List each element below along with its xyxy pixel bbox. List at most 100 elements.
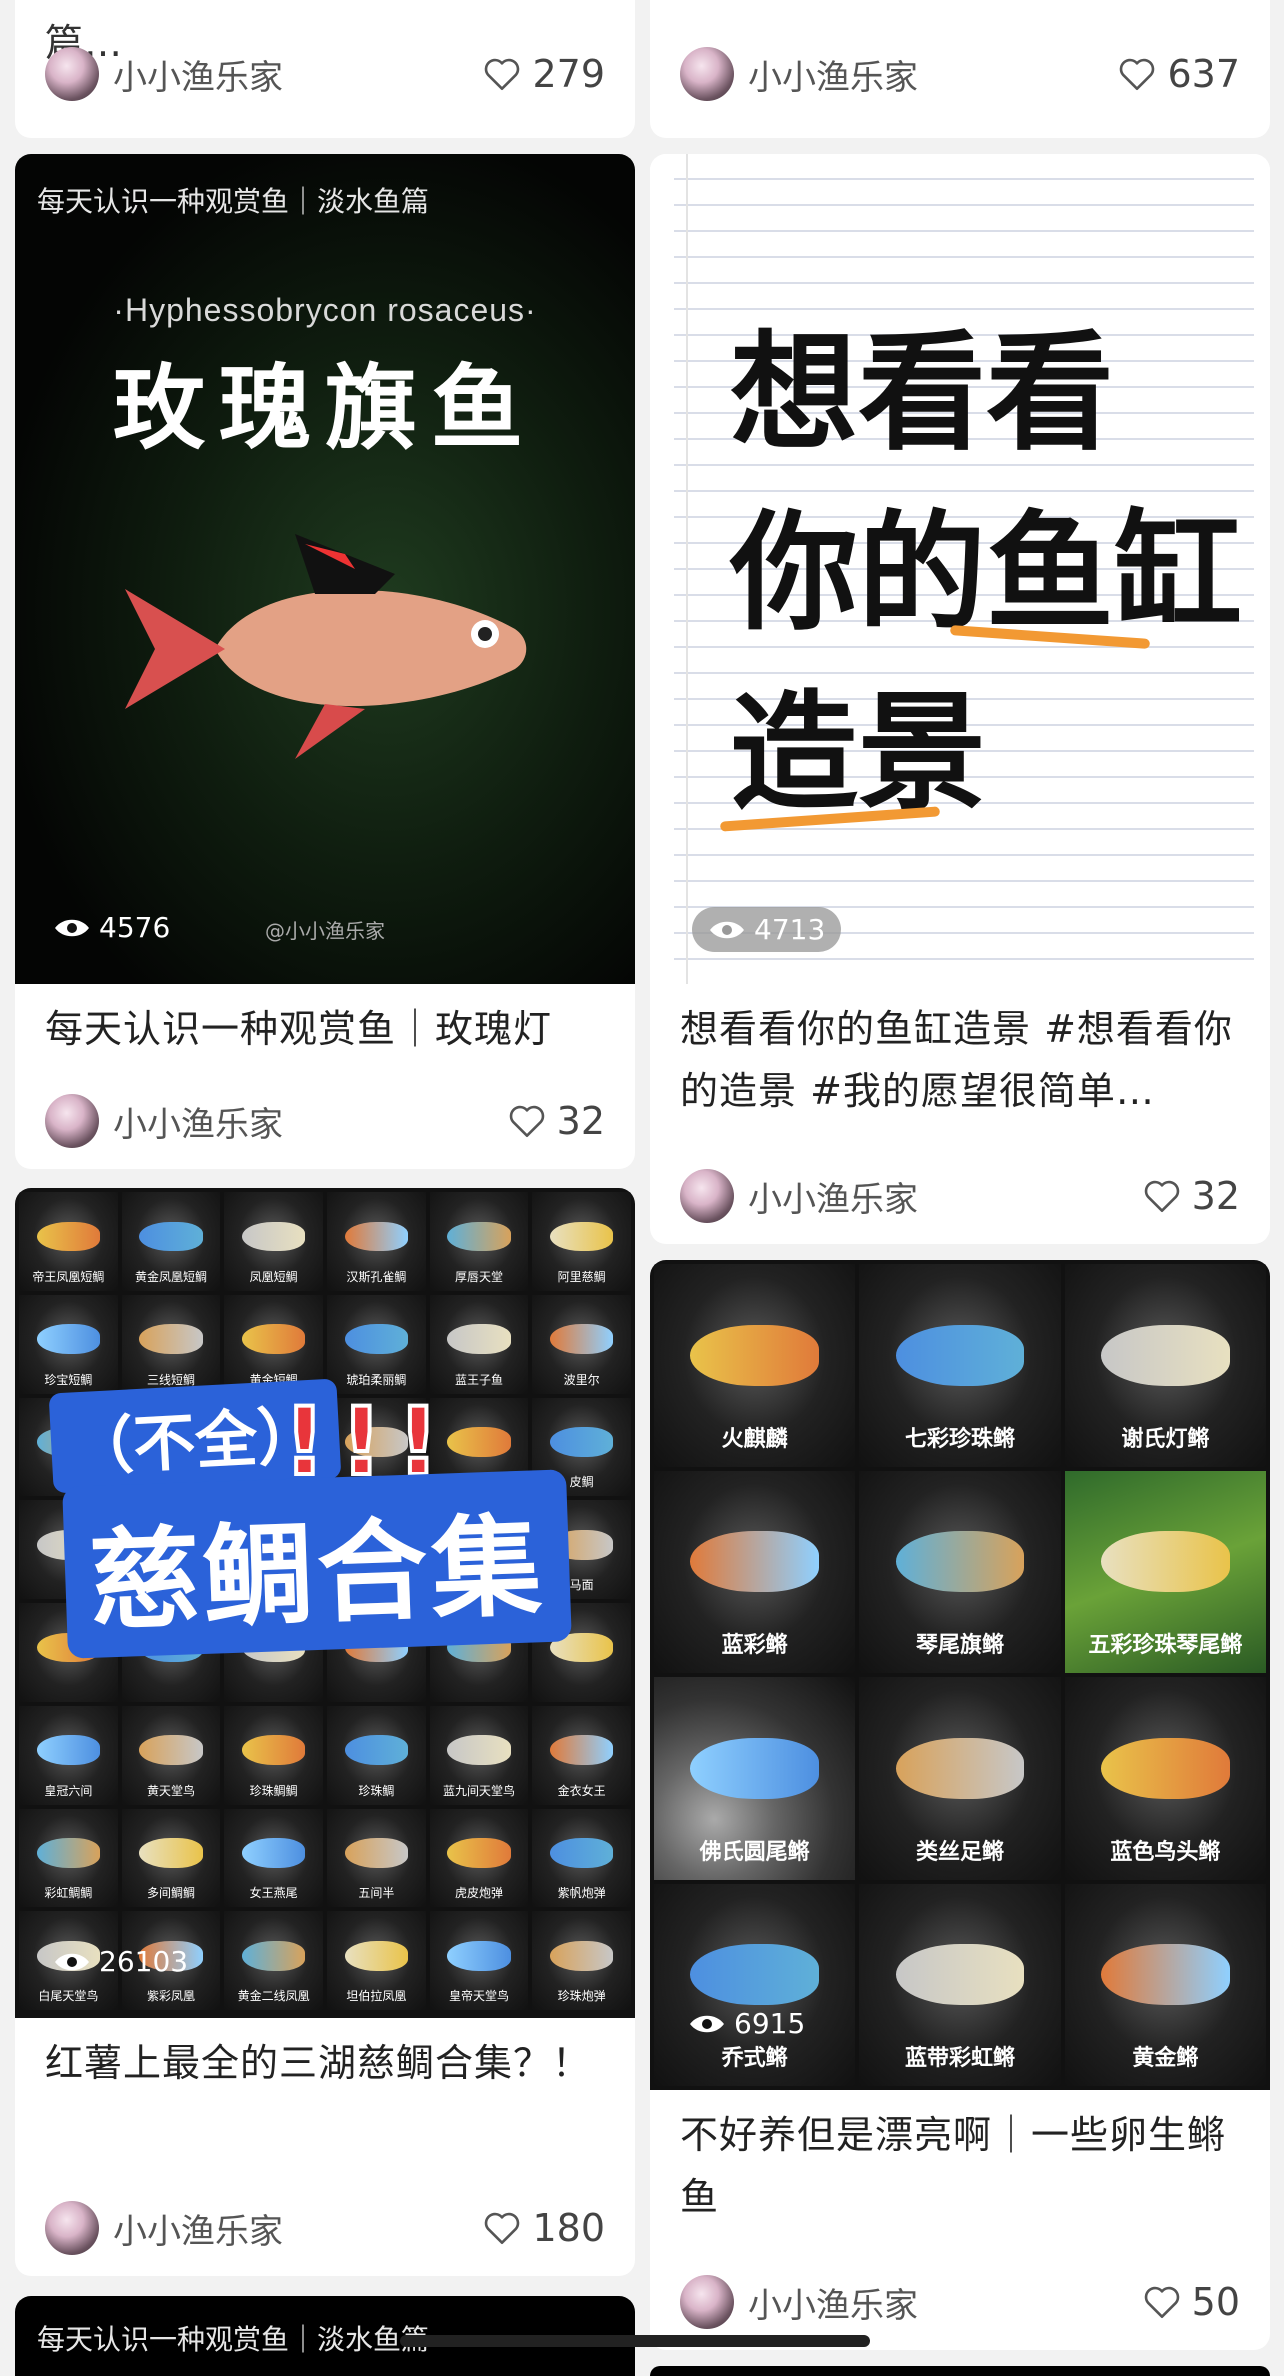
cover-latin-name: ·Hyphessobrycon rosaceus· xyxy=(113,292,537,328)
like-count: 50 xyxy=(1191,2280,1240,2324)
collage-cell: 蓝彩鳉 xyxy=(654,1470,856,1673)
like-count: 180 xyxy=(532,2206,605,2250)
note-card[interactable]: 每天认识一种观赏鱼｜淡水鱼篇 ·Hyphessobrycon rosaceus·… xyxy=(15,154,635,1169)
note-card[interactable]: 想看看 你的鱼缸 造景 4713 想看看你的鱼缸造景 #想看看你的造景 #我的愿… xyxy=(650,154,1270,1244)
fish-image xyxy=(895,1737,1025,1799)
fish-image xyxy=(36,1735,100,1765)
author-name[interactable]: 小小渔乐家 xyxy=(113,50,482,99)
like-button[interactable]: 180 xyxy=(482,2206,605,2250)
home-indicator[interactable] xyxy=(400,2335,870,2347)
collage-cell-label: 佛氏圆尾鳉 xyxy=(699,1839,810,1865)
author-avatar[interactable] xyxy=(45,2201,99,2255)
author-avatar[interactable] xyxy=(680,2275,734,2329)
collage-cell: 金衣女王 xyxy=(532,1705,631,1805)
collage-cell: 黄金凤凰短鲷 xyxy=(121,1192,221,1291)
collage-cell-label: 琥珀柔丽鲷 xyxy=(346,1372,407,1387)
note-meta: 小小渔乐家 50 xyxy=(680,2272,1240,2332)
collage-cell: 坦伯拉凤凰 xyxy=(326,1911,426,2010)
note-cover-image[interactable]: 火麒麟 七彩珍珠鳉 谢氏灯鳉 蓝彩鳉 琴尾旗鳉 五彩珍珠琴尾鳉 佛氏圆尾鳉 类丝足鳉 蓝色鸟头鳉… xyxy=(650,1260,1270,2090)
like-count: 32 xyxy=(556,1099,605,1143)
collage-cell-label: 珍珠鲷鲷 xyxy=(249,1783,298,1798)
author-avatar[interactable] xyxy=(680,47,734,101)
collage-cell: 五彩珍珠琴尾鳉 xyxy=(1064,1470,1266,1673)
collage-cell: 谢氏灯鳉 xyxy=(1064,1264,1266,1467)
author-name[interactable]: 小小渔乐家 xyxy=(113,2204,482,2253)
collage-cell-label: 波里尔 xyxy=(563,1372,600,1387)
collage-cell-label: 琴尾旗鳉 xyxy=(915,1633,1004,1658)
eye-icon xyxy=(690,2015,724,2032)
collage-cell-label: 乔式鳉 xyxy=(721,2046,788,2071)
fish-image xyxy=(242,1221,306,1252)
note-title[interactable]: 想看看你的鱼缸造景 #想看看你的造景 #我的愿望很简单… xyxy=(650,984,1270,1122)
collage-cell: 皇冠六间 xyxy=(19,1705,118,1805)
collage-cell-label: 坦伯拉凤凰 xyxy=(346,1989,407,2003)
fish-image xyxy=(344,1838,408,1868)
fish-image xyxy=(895,1531,1025,1592)
collage-cell-label: 蓝九间天堂鸟 xyxy=(442,1783,515,1798)
collage-cell-label: 女王燕尾 xyxy=(249,1886,298,1901)
note-title[interactable]: 每天认识一种观赏鱼｜玫瑰灯 xyxy=(15,984,635,1060)
collage-cell: 蓝王子鱼 xyxy=(429,1294,529,1394)
fish-image xyxy=(242,1324,306,1354)
like-button[interactable]: 279 xyxy=(482,52,605,96)
like-button[interactable]: 50 xyxy=(1142,2280,1240,2324)
view-count-value: 4576 xyxy=(99,911,171,944)
like-button[interactable]: 32 xyxy=(1142,1174,1240,1218)
view-count: 4713 xyxy=(692,907,842,952)
fish-image xyxy=(447,1735,511,1765)
author-name[interactable]: 小小渔乐家 xyxy=(113,1097,507,1146)
collage-cell-label: 火麒麟 xyxy=(721,1426,788,1452)
note-card[interactable]: 火麒麟 七彩珍珠鳉 谢氏灯鳉 蓝彩鳉 琴尾旗鳉 五彩珍珠琴尾鳉 佛氏圆尾鳉 类丝足鳉 蓝色鸟头鳉… xyxy=(650,1260,1270,2350)
collage-cell-label: 珍珠炮弹 xyxy=(557,1989,606,2003)
watermark: @小小渔乐家 xyxy=(265,919,385,943)
note-cover-image[interactable]: 想看看 你的鱼缸 造景 4713 xyxy=(650,154,1270,984)
note-card[interactable]: 每天认识一种观赏鱼｜淡水鱼篇… 小小渔乐家 279 xyxy=(15,0,635,138)
fish-image xyxy=(895,1944,1025,2005)
collage-cell: 琥珀柔丽鲷 xyxy=(326,1294,426,1394)
like-button[interactable]: 32 xyxy=(507,1099,605,1143)
fish-image xyxy=(139,1838,203,1868)
fish-image xyxy=(550,1324,614,1354)
fish-image xyxy=(447,1838,511,1868)
fish-image xyxy=(690,1944,820,2005)
fish-image xyxy=(344,1221,408,1252)
note-card[interactable]: 帝王凤凰短鲷 黄金凤凰短鲷 凤凰短鲷 汉斯孔雀鲷 厚唇天堂 阿里慈鲷 珍宝短鲷 三线短鲷 黄金短… xyxy=(15,1188,635,2276)
note-cover-image[interactable]: 帝王凤凰短鲷 黄金凤凰短鲷 凤凰短鲷 汉斯孔雀鲷 厚唇天堂 阿里慈鲷 珍宝短鲷 三线短鲷 黄金短… xyxy=(15,1188,635,2018)
collage-cell: 多间鲷鲷 xyxy=(121,1808,221,1908)
note-title[interactable]: 红薯上最全的三湖慈鲷合集？！ xyxy=(15,2018,635,2094)
collage-cell: 五间半 xyxy=(326,1808,426,1908)
collage-cell-label: 皇冠六间 xyxy=(44,1783,93,1798)
view-count-value: 6915 xyxy=(734,2007,806,2040)
collage-cell-label: 七彩珍珠鳉 xyxy=(904,1426,1015,1452)
collage-cell: 黄金二线凤凰 xyxy=(224,1911,323,2010)
collage-cell: 黄金短鲷 xyxy=(224,1294,323,1394)
note-title[interactable]: 不好养但是漂亮啊｜一些卵生鳉鱼 xyxy=(650,2090,1270,2228)
fish-image xyxy=(550,1940,614,1971)
heart-icon xyxy=(1144,1180,1179,1213)
collage-cell: 七彩珍珠鳉 xyxy=(859,1264,1061,1467)
collage-cell: 珍珠鲷鲷 xyxy=(224,1705,323,1805)
author-name[interactable]: 小小渔乐家 xyxy=(748,2278,1142,2327)
author-name[interactable]: 小小渔乐家 xyxy=(748,50,1117,99)
collage-cell-label: 金衣女王 xyxy=(557,1783,606,1798)
fish-image xyxy=(550,1427,614,1457)
author-avatar[interactable] xyxy=(680,1169,734,1223)
collage-cell-label: 五彩珍珠琴尾鳉 xyxy=(1088,1633,1243,1658)
collage-cell: 皇帝天堂鸟 xyxy=(429,1911,529,2010)
author-avatar[interactable] xyxy=(45,1094,99,1148)
note-card[interactable]: 每天认识一种观赏鱼｜布景… 小小渔乐家 637 xyxy=(650,0,1270,138)
fish-image xyxy=(139,1324,203,1354)
collage-cell-label: 类丝足鳉 xyxy=(915,1839,1004,1865)
like-button[interactable]: 637 xyxy=(1117,52,1240,96)
collage-cell: 阿里慈鲷 xyxy=(532,1192,631,1291)
fish-image xyxy=(242,1838,306,1868)
collage-cell-label: 紫彩凤凰 xyxy=(146,1989,195,2003)
note-card[interactable] xyxy=(650,2366,1270,2376)
note-cover-image[interactable]: 每天认识一种观赏鱼｜淡水鱼篇 ·Hyphessobrycon rosaceus·… xyxy=(15,154,635,984)
author-avatar[interactable] xyxy=(45,47,99,101)
view-count-value: 26103 xyxy=(99,1945,189,1978)
fish-image xyxy=(1100,1737,1230,1799)
author-name[interactable]: 小小渔乐家 xyxy=(748,1172,1142,1221)
fish-image xyxy=(344,1324,408,1354)
collage-cell: 琴尾旗鳉 xyxy=(859,1470,1061,1673)
